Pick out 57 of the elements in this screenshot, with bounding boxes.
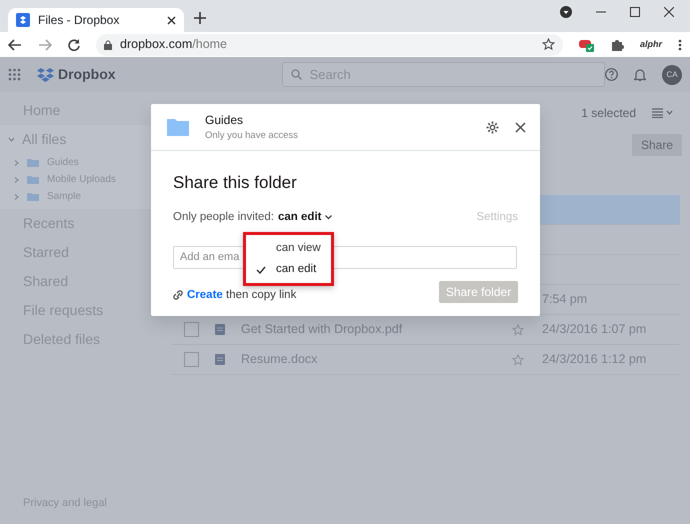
star-icon[interactable] bbox=[512, 324, 524, 336]
site-favicon bbox=[16, 13, 30, 27]
folder-icon bbox=[27, 175, 39, 184]
new-tab-icon[interactable] bbox=[194, 12, 206, 24]
box-logo-icon bbox=[37, 67, 54, 82]
folder-name: Guides bbox=[205, 112, 244, 129]
more-icon[interactable] bbox=[678, 38, 682, 50]
url-text: dropbox.com/home bbox=[120, 36, 228, 54]
modified-date: 24/3/2016 1:12 pm bbox=[542, 351, 646, 368]
address-bar[interactable]: dropbox.com/home bbox=[96, 34, 563, 56]
permission-dropdown[interactable]: Only people invited: can edit bbox=[173, 209, 332, 226]
logo-text: Dropbox bbox=[58, 65, 116, 84]
row-checkbox[interactable] bbox=[184, 322, 199, 337]
bell-icon[interactable] bbox=[634, 68, 646, 81]
profile-icon[interactable] bbox=[560, 6, 572, 18]
close-icon[interactable] bbox=[515, 122, 526, 133]
check-icon bbox=[256, 266, 266, 274]
search-icon bbox=[290, 69, 302, 80]
selection-count: 1 selected bbox=[581, 105, 636, 122]
copy-link-text: Create then copy link bbox=[187, 288, 296, 302]
dialog-title: Share this folder bbox=[173, 173, 298, 194]
maximize-icon[interactable] bbox=[630, 7, 640, 17]
create-link[interactable]: Create bbox=[187, 288, 223, 300]
link-icon bbox=[173, 289, 183, 302]
file-name[interactable]: Get Started with Dropbox.pdf bbox=[241, 320, 402, 339]
extension-label[interactable]: alphr bbox=[640, 38, 662, 52]
document-icon bbox=[215, 324, 225, 335]
close-icon[interactable] bbox=[167, 16, 176, 24]
chevron-down-icon bbox=[325, 215, 332, 220]
close-window-icon[interactable] bbox=[664, 7, 674, 17]
modified-date: 24/3/2016 1:07 pm bbox=[542, 321, 646, 338]
file-name[interactable]: Resume.docx bbox=[241, 350, 318, 369]
folder-icon bbox=[27, 158, 39, 167]
settings-link[interactable]: Settings bbox=[476, 209, 518, 226]
file-row[interactable]: Resume.docx 24/3/2016 1:12 pm bbox=[172, 345, 680, 375]
lock-icon bbox=[104, 40, 112, 50]
puzzle-icon[interactable] bbox=[610, 38, 624, 51]
access-text: Only you have access bbox=[205, 129, 299, 143]
reload-icon[interactable] bbox=[68, 38, 80, 50]
list-view-icon[interactable] bbox=[652, 108, 674, 118]
folder-icon bbox=[167, 118, 189, 136]
star-icon[interactable] bbox=[512, 354, 524, 366]
help-icon[interactable] bbox=[605, 68, 618, 81]
modified-date: 7:54 pm bbox=[542, 291, 588, 308]
folder-icon bbox=[27, 192, 39, 201]
share-button[interactable]: Share bbox=[632, 134, 682, 156]
dropbox-logo[interactable]: Dropbox bbox=[37, 64, 116, 85]
browser-tab[interactable]: Files - Dropbox bbox=[8, 8, 184, 32]
settings-icon[interactable] bbox=[486, 120, 499, 134]
apps-grid-icon[interactable] bbox=[8, 68, 21, 81]
avatar[interactable]: CA bbox=[662, 64, 682, 84]
tab-title: Files - Dropbox bbox=[38, 12, 120, 29]
star-icon[interactable] bbox=[542, 38, 555, 51]
document-icon bbox=[215, 354, 225, 365]
extension-icon[interactable] bbox=[578, 38, 595, 52]
row-checkbox[interactable] bbox=[184, 352, 199, 367]
back-icon[interactable] bbox=[8, 38, 22, 50]
